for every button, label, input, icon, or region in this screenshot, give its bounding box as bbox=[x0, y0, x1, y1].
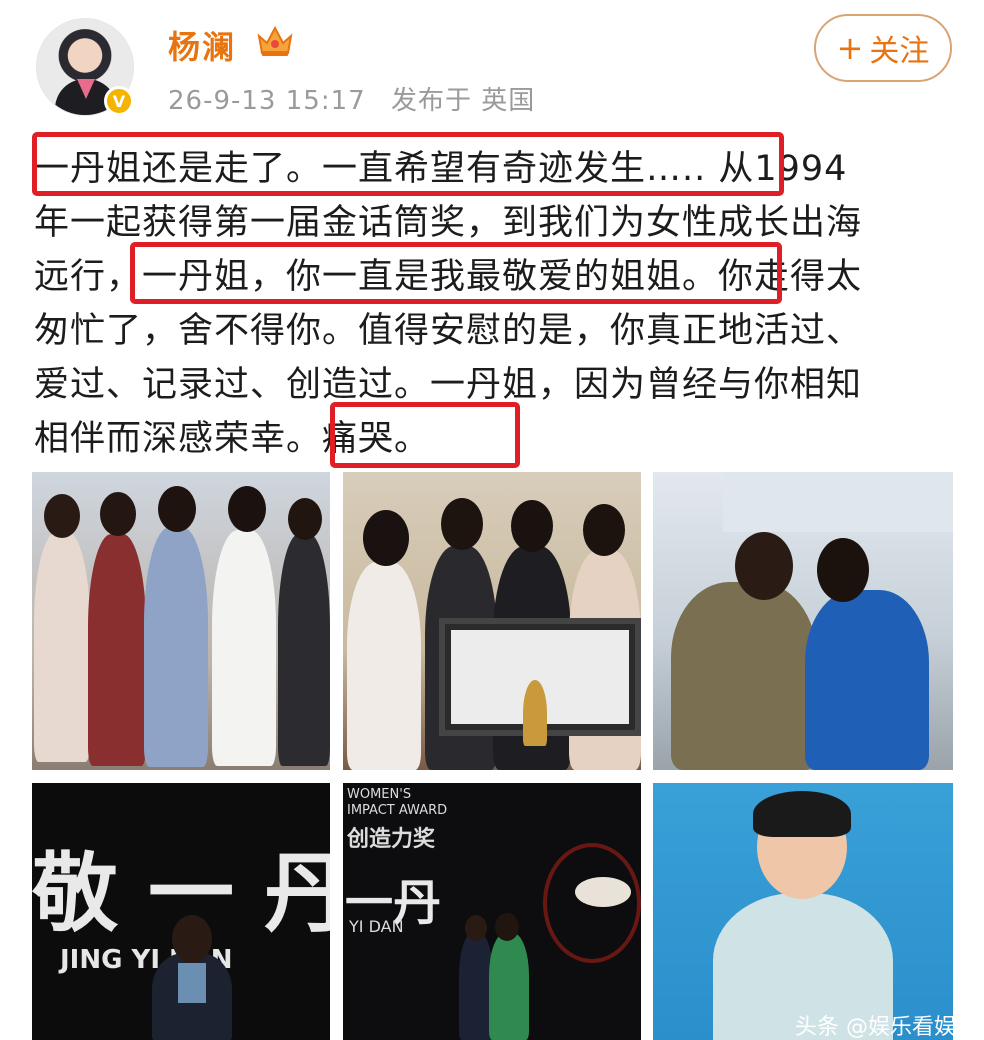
photo-stage-jing-yi-dan[interactable]: 敬 一 丹 JING YI DAN bbox=[32, 783, 330, 1040]
award-line1: WOMEN'S bbox=[347, 787, 412, 802]
award-subtitle: YI DAN bbox=[349, 917, 404, 936]
award-line2: IMPACT AWARD bbox=[347, 803, 448, 818]
post-timestamp: 26-9-13 15:17 bbox=[168, 86, 366, 116]
username[interactable]: 杨澜 bbox=[168, 22, 236, 68]
photo-impact-award[interactable]: WOMEN'S IMPACT AWARD 创造力奖 一丹 YI DAN bbox=[343, 783, 641, 1040]
watermark-text: 头条 @娱乐看娱 bbox=[795, 1015, 953, 1040]
photo-award-group[interactable] bbox=[32, 472, 330, 770]
crown-icon bbox=[257, 25, 293, 56]
photo-grid: 敬 一 丹 JING YI DAN WOMEN'S IMPACT AWARD 创… bbox=[32, 472, 954, 1040]
highlight-box bbox=[330, 402, 520, 468]
post-line: 匆忙了，舍不得你。值得安慰的是，你真正地活过、 bbox=[34, 311, 863, 351]
photo-ship-deck[interactable] bbox=[653, 472, 953, 770]
photo-framed-picture[interactable] bbox=[343, 472, 641, 770]
follow-label: 关注 bbox=[869, 34, 930, 69]
award-cn: 创造力奖 bbox=[347, 827, 436, 852]
highlight-box bbox=[32, 132, 784, 196]
post-meta: 26-9-13 15:17 发布于 英国 bbox=[168, 80, 535, 117]
follow-button[interactable]: + 关注 bbox=[814, 14, 952, 82]
verified-badge-icon: V bbox=[104, 86, 134, 116]
post-header: V 杨澜 26-9-13 15:17 发布于 英国 + 关注 bbox=[0, 0, 984, 130]
highlight-box bbox=[130, 242, 782, 304]
photo-portrait-blue[interactable]: 头条 @娱乐看娱 bbox=[653, 783, 953, 1040]
post-location: 发布于 英国 bbox=[390, 86, 536, 116]
plus-icon: + bbox=[836, 29, 864, 67]
